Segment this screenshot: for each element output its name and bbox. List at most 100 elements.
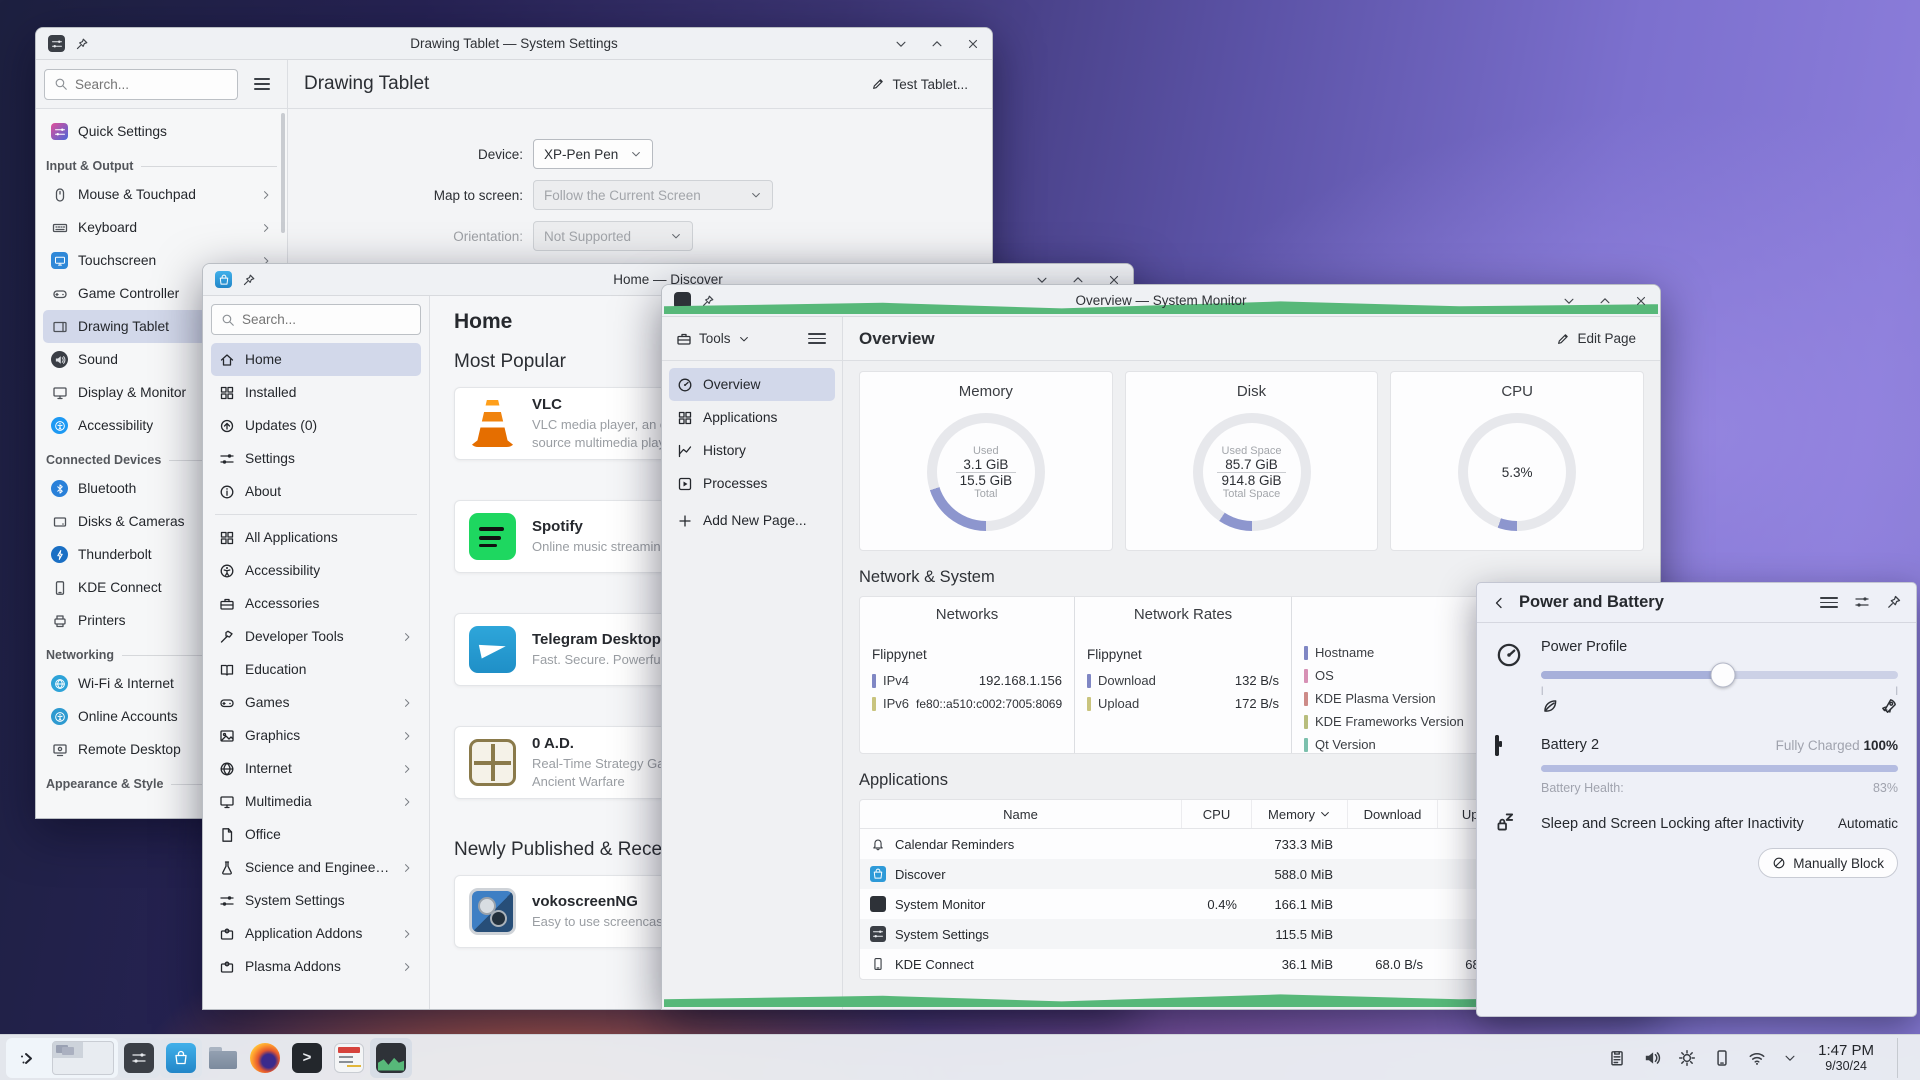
nav-applications[interactable]: Applications: [669, 401, 835, 434]
sidebar-item-keyboard[interactable]: Keyboard: [43, 211, 280, 244]
updates-icon: [219, 418, 235, 434]
cat-system-settings[interactable]: System Settings: [211, 884, 421, 917]
sidebar-item-quick-settings[interactable]: Quick Settings: [43, 115, 280, 148]
task-firefox[interactable]: [244, 1038, 286, 1078]
desktop-1[interactable]: [53, 1041, 83, 1058]
power-profile-label: Power Profile: [1541, 639, 1628, 655]
toolbox-icon: [219, 596, 235, 612]
disk-gauge-ring: Used Space 85.7 GiB 914.8 GiB Total Spac…: [1192, 413, 1311, 531]
cat-application-addons[interactable]: Application Addons: [211, 917, 421, 950]
chevron-right-icon: [401, 763, 413, 775]
cat-education[interactable]: Education: [211, 653, 421, 686]
pin-icon[interactable]: [242, 273, 256, 287]
nav-settings[interactable]: Settings: [211, 442, 421, 475]
battery-label: Battery 2: [1541, 737, 1600, 753]
cat-all-applications[interactable]: All Applications: [211, 521, 421, 554]
test-tablet-button[interactable]: Test Tablet...: [863, 71, 976, 98]
discover-search-input[interactable]: [242, 312, 372, 327]
nav-home[interactable]: Home: [211, 343, 421, 376]
nav-processes[interactable]: Processes: [669, 467, 835, 500]
maximize-icon[interactable]: [930, 37, 944, 51]
chevron-down-icon: [750, 189, 762, 201]
task-discover[interactable]: [160, 1037, 202, 1078]
col-download[interactable]: Download: [1347, 800, 1437, 828]
desktop-4[interactable]: [83, 1058, 113, 1074]
cat-plasma-addons[interactable]: Plasma Addons: [211, 950, 421, 983]
col-cpu[interactable]: CPU: [1181, 800, 1251, 828]
cat-internet[interactable]: Internet: [211, 752, 421, 785]
brightness-icon[interactable]: [1678, 1049, 1696, 1067]
sidebar-scrollbar[interactable]: [281, 113, 285, 233]
pin-icon[interactable]: [1886, 594, 1902, 610]
maximize-icon[interactable]: [1598, 294, 1612, 308]
nav-installed[interactable]: Installed: [211, 376, 421, 409]
cat-office[interactable]: Office: [211, 818, 421, 851]
cat-graphics[interactable]: Graphics: [211, 719, 421, 752]
tray-expand-icon[interactable]: [1783, 1051, 1797, 1065]
nav-about[interactable]: About: [211, 475, 421, 508]
gamepad-icon: [51, 285, 68, 302]
close-icon[interactable]: [966, 37, 980, 51]
desktop-3[interactable]: [53, 1058, 83, 1074]
accessibility-icon: [219, 563, 235, 579]
digital-clock[interactable]: 1:47 PM 9/30/24: [1818, 1042, 1874, 1074]
col-name[interactable]: Name: [860, 800, 1181, 828]
cat-games[interactable]: Games: [211, 686, 421, 719]
vlc-icon: [469, 400, 516, 447]
power-profile-slider[interactable]: [1541, 662, 1898, 688]
settings-titlebar[interactable]: Drawing Tablet — System Settings: [36, 28, 992, 60]
chevron-right-icon: [401, 862, 413, 874]
nav-updates[interactable]: Updates (0): [211, 409, 421, 442]
settings-search-input[interactable]: [75, 76, 225, 92]
edit-page-button[interactable]: Edit Page: [1548, 325, 1644, 352]
col-memory[interactable]: Memory: [1251, 800, 1347, 828]
sysmon-menu-button[interactable]: [800, 323, 834, 354]
minimize-icon[interactable]: [1562, 294, 1576, 308]
minimize-icon[interactable]: [894, 37, 908, 51]
settings-menu-button[interactable]: [245, 69, 279, 100]
task-dolphin[interactable]: [202, 1038, 244, 1078]
battery-health-value: 83%: [1872, 781, 1898, 795]
virtual-desktop-pager[interactable]: [52, 1040, 114, 1075]
system-settings-app-icon: [48, 35, 65, 52]
clipboard-icon[interactable]: [1608, 1049, 1626, 1067]
cat-accessibility[interactable]: Accessibility: [211, 554, 421, 587]
settings-search[interactable]: [44, 68, 238, 100]
task-system-monitor[interactable]: [370, 1037, 412, 1078]
desktop-2[interactable]: [83, 1042, 113, 1058]
pin-icon[interactable]: [701, 294, 715, 308]
pin-icon[interactable]: [75, 37, 89, 51]
device-combobox[interactable]: XP-Pen Pen: [533, 139, 654, 169]
cpu-gauge-card: CPU 5.3%: [1390, 371, 1645, 551]
discover-search[interactable]: [211, 304, 421, 335]
puzzle-icon: [219, 926, 235, 942]
back-icon[interactable]: [1491, 595, 1507, 611]
nav-history[interactable]: History: [669, 434, 835, 467]
sysmon-titlebar[interactable]: Overview — System Monitor: [662, 285, 1660, 317]
task-konsole[interactable]: >: [286, 1038, 328, 1078]
task-system-settings[interactable]: [118, 1037, 160, 1078]
popup-menu-icon[interactable]: [1820, 594, 1838, 612]
upload-row: Upload 172 B/s: [1087, 692, 1279, 715]
volume-icon[interactable]: [1643, 1049, 1661, 1067]
manually-block-button[interactable]: Manually Block: [1758, 848, 1898, 878]
slider-handle[interactable]: [1710, 662, 1736, 688]
kde-connect-tray-icon[interactable]: [1713, 1049, 1731, 1067]
cat-multimedia[interactable]: Multimedia: [211, 785, 421, 818]
task-korganizer[interactable]: [328, 1038, 370, 1078]
close-icon[interactable]: [1634, 294, 1648, 308]
show-desktop-button[interactable]: [1897, 1037, 1906, 1078]
nav-overview[interactable]: Overview: [669, 368, 835, 401]
configure-icon[interactable]: [1854, 594, 1870, 610]
cat-science-engineering[interactable]: Science and Engineering: [211, 851, 421, 884]
tools-button[interactable]: Tools: [670, 326, 756, 352]
bell-icon: [870, 836, 886, 852]
nav-add-new-page[interactable]: Add New Page...: [669, 504, 835, 537]
sysmon-page-title: Overview: [859, 328, 935, 348]
sidebar-item-mouse-touchpad[interactable]: Mouse & Touchpad: [43, 178, 280, 211]
application-launcher-button[interactable]: [6, 1038, 48, 1078]
wifi-icon[interactable]: [1748, 1049, 1766, 1067]
power-profile-icon: [1495, 639, 1541, 674]
cat-developer-tools[interactable]: Developer Tools: [211, 620, 421, 653]
cat-accessories[interactable]: Accessories: [211, 587, 421, 620]
